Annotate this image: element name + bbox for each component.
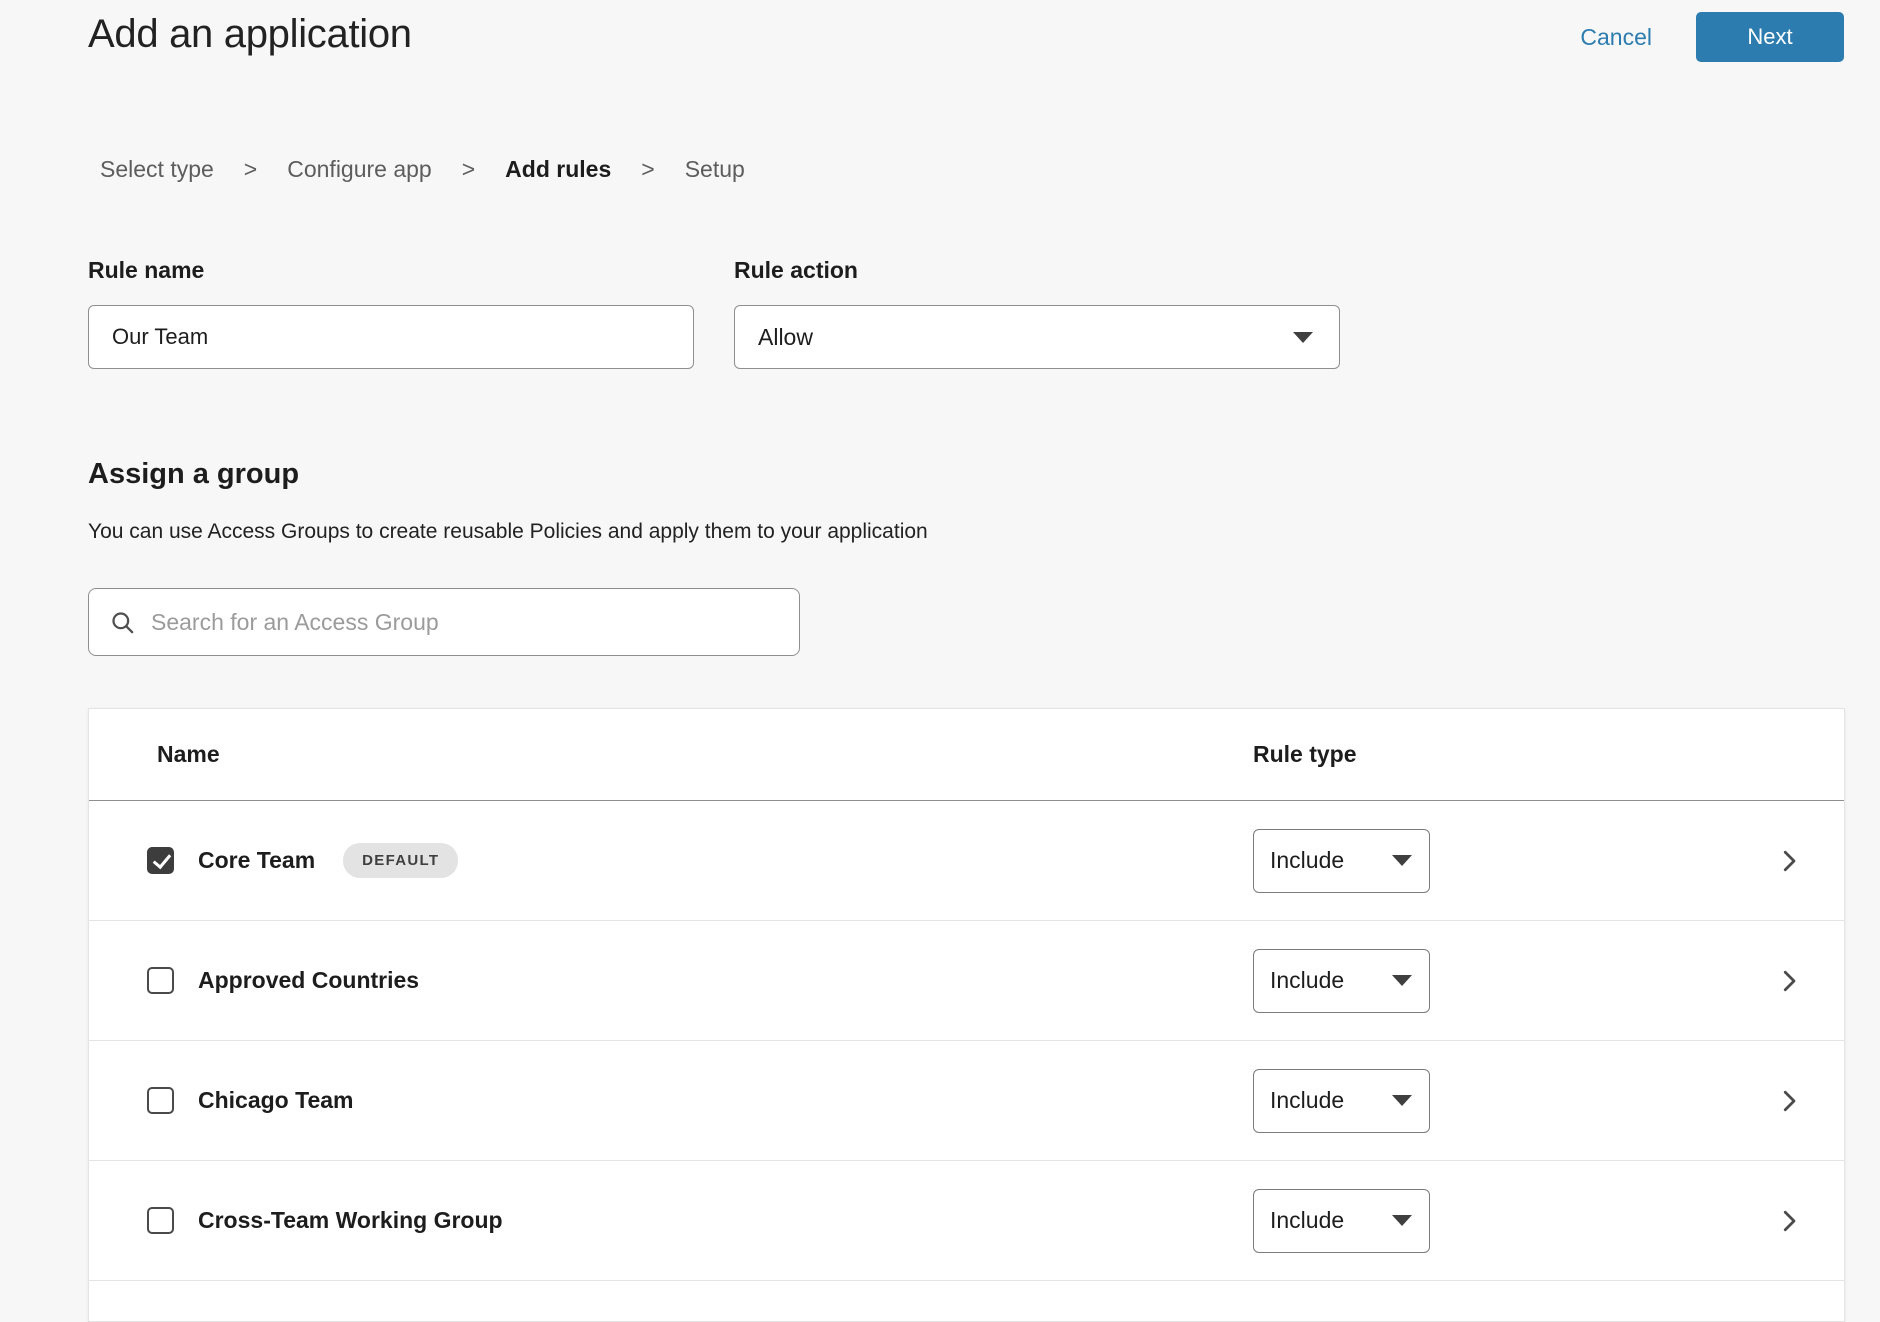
search-icon [109, 609, 136, 636]
next-button[interactable]: Next [1696, 12, 1844, 62]
chevron-right-icon[interactable] [1774, 846, 1804, 876]
rule-type-select[interactable]: Include [1253, 949, 1430, 1013]
access-group-search [88, 588, 800, 656]
column-header-rule-type: Rule type [1253, 741, 1357, 768]
rule-type-select[interactable]: Include [1253, 829, 1430, 893]
default-badge: DEFAULT [343, 843, 458, 878]
breadcrumb-step[interactable]: Select type [100, 156, 214, 183]
rule-form: Rule name Rule action Allow [88, 257, 1880, 369]
group-name: Chicago Team [198, 1087, 354, 1114]
breadcrumb-step[interactable]: Setup [685, 156, 745, 183]
add-application-page: Add an application Cancel Next Select ty… [0, 0, 1880, 1322]
rule-type-value: Include [1270, 967, 1344, 994]
chevron-down-icon [1392, 1215, 1412, 1226]
rule-type-value: Include [1270, 847, 1344, 874]
rule-action-select[interactable]: Allow [734, 305, 1340, 369]
table-row: Approved Countries Include [89, 921, 1844, 1041]
column-header-name: Name [157, 741, 220, 768]
group-name: Core Team [198, 847, 315, 874]
chevron-down-icon [1293, 332, 1313, 343]
chevron-right-icon[interactable] [1774, 1206, 1804, 1236]
rule-name-input[interactable] [88, 305, 694, 369]
chevron-right-icon[interactable] [1774, 966, 1804, 996]
page-title: Add an application [88, 10, 412, 58]
group-name: Approved Countries [198, 967, 419, 994]
table-row: Core Team DEFAULT Include [89, 801, 1844, 921]
breadcrumb-separator: > [641, 156, 654, 183]
page-header: Add an application Cancel Next [0, 0, 1880, 62]
assign-group-heading: Assign a group [88, 457, 1880, 491]
chevron-right-icon[interactable] [1774, 1086, 1804, 1116]
groups-table: Name Rule type Core Team DEFAULT Include… [88, 708, 1845, 1322]
rule-type-select[interactable]: Include [1253, 1189, 1430, 1253]
group-checkbox[interactable] [147, 847, 174, 874]
assign-group-description: You can use Access Groups to create reus… [88, 519, 1880, 544]
table-row: Chicago Team Include [89, 1041, 1844, 1161]
chevron-down-icon [1392, 975, 1412, 986]
table-row: Cross-Team Working Group Include [89, 1161, 1844, 1281]
groups-table-body: Core Team DEFAULT Include Approved Count… [89, 801, 1844, 1281]
rule-type-value: Include [1270, 1207, 1344, 1234]
rule-type-value: Include [1270, 1087, 1344, 1114]
group-checkbox[interactable] [147, 1087, 174, 1114]
header-actions: Cancel Next [1580, 12, 1844, 62]
groups-table-header: Name Rule type [89, 709, 1844, 801]
breadcrumb-step[interactable]: Add rules [505, 156, 611, 183]
chevron-down-icon [1392, 1095, 1412, 1106]
search-input[interactable] [149, 608, 785, 637]
breadcrumb: Select type > Configure app > Add rules > Setu… [100, 156, 1880, 183]
breadcrumb-step[interactable]: Configure app [287, 156, 432, 183]
rule-action-value: Allow [758, 324, 813, 351]
rule-type-select[interactable]: Include [1253, 1069, 1430, 1133]
chevron-down-icon [1392, 855, 1412, 866]
rule-action-label: Rule action [734, 257, 1340, 284]
breadcrumb-separator: > [462, 156, 475, 183]
group-name: Cross-Team Working Group [198, 1207, 503, 1234]
group-checkbox[interactable] [147, 1207, 174, 1234]
breadcrumb-separator: > [244, 156, 257, 183]
rule-name-field: Rule name [88, 257, 694, 369]
cancel-button[interactable]: Cancel [1580, 24, 1652, 51]
rule-name-label: Rule name [88, 257, 694, 284]
rule-action-field: Rule action Allow [734, 257, 1340, 369]
group-checkbox[interactable] [147, 967, 174, 994]
